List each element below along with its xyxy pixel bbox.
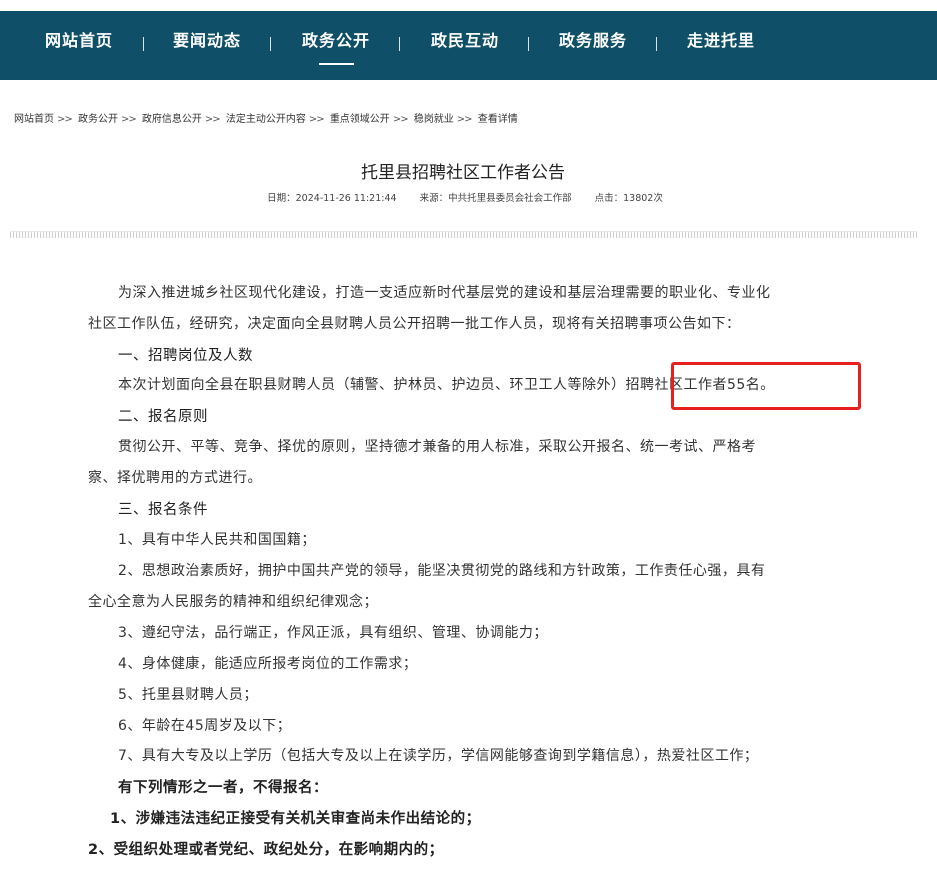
- body-paragraph-line: 7、具有大专及以上学历（包括大专及以上在读学历，学信网能够查询到学籍信息），热爱…: [118, 748, 759, 764]
- body-paragraph-line: 贯彻公开、平等、竞争、择优的原则，坚持德才兼备的用人标准，采取公开报名、统一考试…: [118, 439, 756, 455]
- body-paragraph-line: 全心全意为人民服务的精神和组织纪律观念；: [88, 594, 378, 610]
- body-paragraph-line: 为深入推进城乡社区现代化建设，打造一支适应新时代基层党的建设和基层治理需要的职业…: [118, 285, 771, 301]
- body-paragraph-line: 6、年龄在45周岁及以下；: [118, 718, 292, 734]
- article-body: 为深入推进城乡社区现代化建设，打造一支适应新时代基层党的建设和基层治理需要的职业…: [0, 0, 937, 873]
- section-heading: 一、招聘岗位及人数: [118, 348, 253, 364]
- body-paragraph-line: 1、具有中华人民共和国国籍；: [118, 532, 316, 548]
- section-heading: 三、报名条件: [118, 502, 208, 518]
- body-paragraph-line: 社区工作队伍，经研究，决定面向全县财聘人员公开招聘一批工作人员，现将有关招聘事项…: [88, 316, 741, 332]
- body-paragraph-line: 5、托里县财聘人员；: [118, 687, 258, 703]
- bold-item: 1、涉嫌违法违纪正接受有关机关审查尚未作出结论的；: [110, 811, 481, 827]
- bold-heading: 有下列情形之一者，不得报名：: [118, 780, 328, 796]
- body-paragraph-line: 2、思想政治素质好，拥护中国共产党的领导，能坚决贯彻党的路线和方针政策，工作责任…: [118, 563, 766, 579]
- section-heading: 二、报名原则: [118, 409, 208, 425]
- bold-item: 2、受组织处理或者党纪、政纪处分，在影响期内的；: [88, 842, 444, 858]
- body-paragraph-line: 4、身体健康，能适应所报考岗位的工作需求；: [118, 656, 418, 672]
- body-paragraph-line: 察、择优聘用的方式进行。: [88, 470, 262, 486]
- highlight-box: [671, 362, 861, 410]
- body-paragraph-line: 3、遵纪守法，品行端正，作风正派，具有组织、管理、协调能力；: [118, 625, 548, 641]
